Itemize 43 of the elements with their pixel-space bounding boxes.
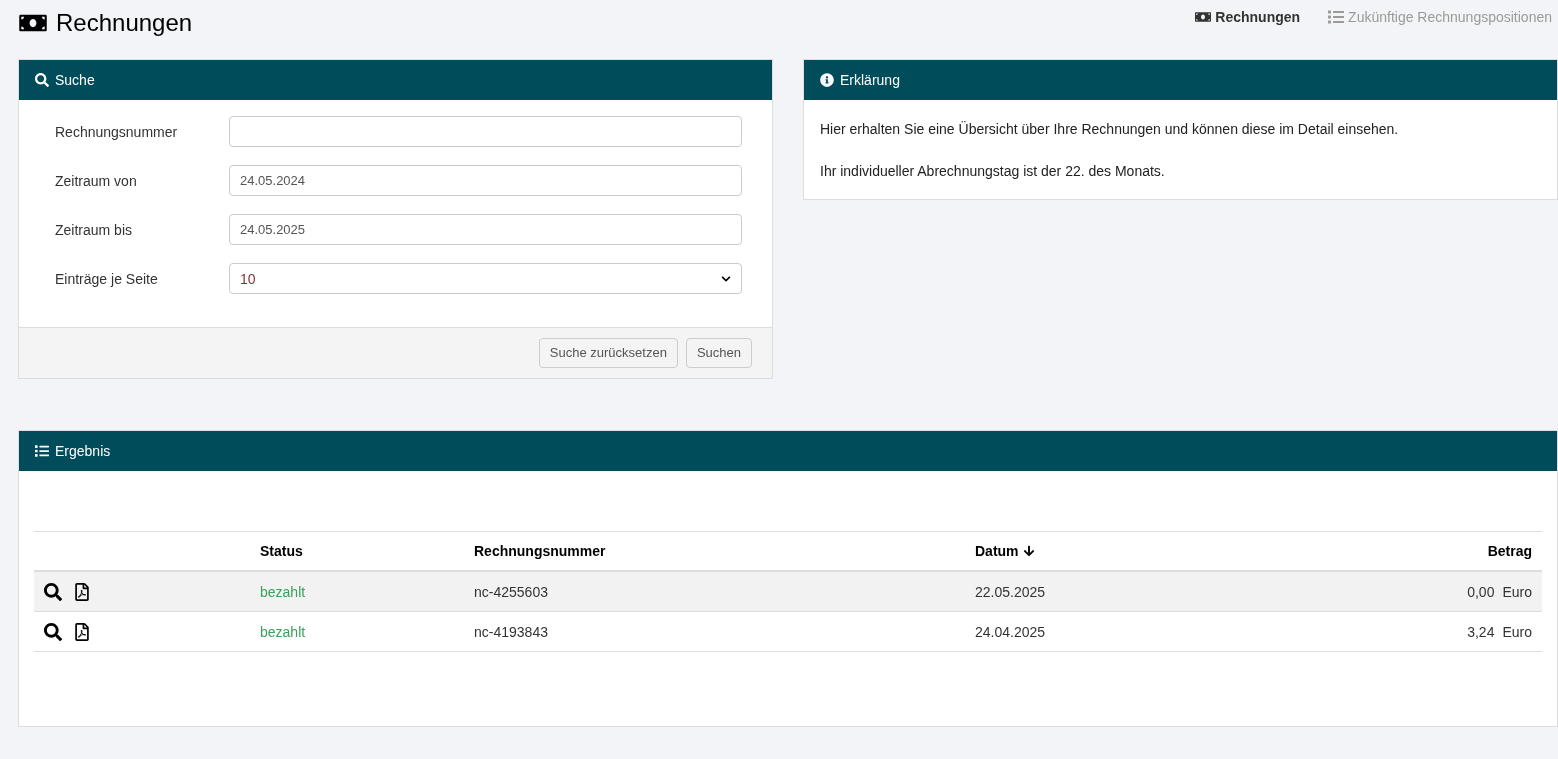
form-button[interactable]: Suchen [685,338,752,368]
chevron-icon [721,273,731,284]
info-text: Ihr individueller Abrechnungstag ist der 22. des Monats. [820,162,1166,181]
amount-text: 0,00 [1467,582,1495,602]
table-cell: 24.04.2025 [975,623,1046,640]
list-icon [1328,9,1345,25]
field-label: Einträge je Seite [55,269,159,289]
banknote-icon [1195,9,1212,25]
info-text: Hier erhalten Sie eine Übersicht über Ihre Rechnungen und können diese im Detail einsehen. [820,120,1400,139]
status-text: bezahlt [260,623,306,640]
select-value: 10 [240,269,256,289]
page-title: Rechnungen [56,8,193,38]
panel-title: Ergebnis [55,442,111,461]
currency-text: Euro [1502,582,1532,602]
amount-text: 3,24 [1467,622,1495,642]
panel-title: Suche [55,71,95,90]
input-field[interactable]: 24.05.2025 [229,214,742,245]
currency-text: Euro [1502,622,1532,642]
field-label: Rechnungsnummer [55,122,179,142]
pdf-file-icon[interactable] [74,622,90,641]
search-icon[interactable] [44,582,62,601]
list-icon [35,444,49,458]
table-row[interactable]: bezahlt nc-4255603 22.05.2025 0,00 Euro [34,572,1542,612]
input-field[interactable]: 24.05.2024 [229,165,742,196]
column-header[interactable]: Rechnungsnummer [474,541,606,561]
panel-title: Erklärung [840,71,900,90]
status-text: bezahlt [260,583,306,600]
search-icon[interactable] [44,622,62,641]
table-cell: nc-4255603 [474,583,548,600]
table-cell: 22.05.2025 [975,583,1046,600]
search-icon [35,73,49,87]
info-icon [820,73,834,87]
column-header[interactable]: Status [260,541,303,561]
column-header[interactable]: Datum [975,541,1035,561]
select-field[interactable]: 10 [229,263,742,294]
nav-link[interactable]: Rechnungen [1195,7,1301,27]
pdf-file-icon[interactable] [74,582,90,601]
input-field[interactable] [229,116,742,147]
table-cell: nc-4193843 [474,623,548,640]
field-label: Zeitraum bis [55,220,134,240]
field-label: Zeitraum von [55,171,138,191]
form-button[interactable]: Suche zurücksetzen [538,338,678,368]
column-header[interactable]: Betrag [1487,541,1532,561]
